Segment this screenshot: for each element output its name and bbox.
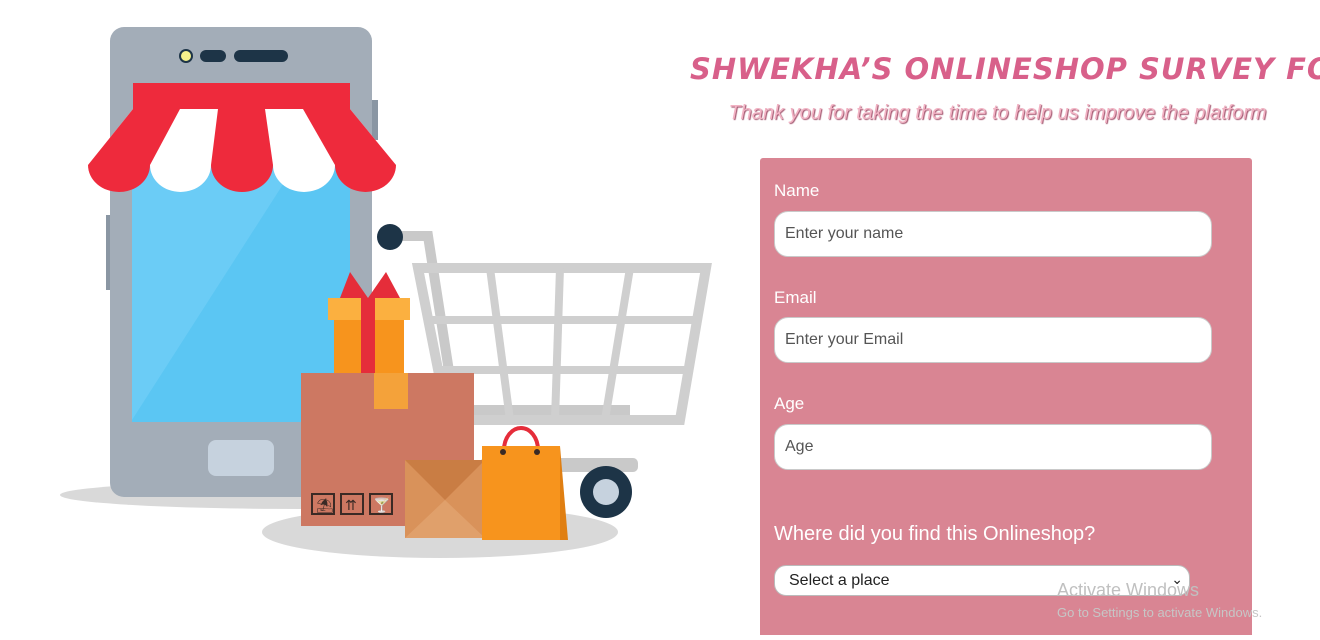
shop-illustration: ⛱ ⇈ 🍸 <box>0 0 720 635</box>
page-title: SHWEKHA’S ONLINESHOP SURVEY FORM <box>690 52 1320 86</box>
email-input[interactable] <box>774 317 1212 363</box>
name-input[interactable] <box>774 211 1212 257</box>
source-question: Where did you find this Onlineshop? <box>774 523 1096 545</box>
age-label: Age <box>774 394 805 413</box>
activate-windows-subtitle: Go to Settings to activate Windows. <box>1057 605 1263 620</box>
email-label: Email <box>774 288 817 307</box>
box-symbol-arrows: ⇈ <box>345 498 357 514</box>
age-input[interactable] <box>774 424 1212 470</box>
name-label: Name <box>774 181 820 200</box>
page-subtitle: Thank you for taking the time to help us… <box>728 102 1267 124</box>
activate-windows-title: Activate Windows <box>1057 580 1200 600</box>
phone-shop-cart-icon: ⛱ ⇈ 🍸 <box>60 27 712 558</box>
survey-form: Name Email Age Where did you find this O… <box>760 158 1252 635</box>
source-select-value: Select a place <box>789 572 890 589</box>
box-symbol-umbrella: ⛱ <box>316 498 334 514</box>
box-symbol-glass: 🍸 <box>373 496 390 514</box>
